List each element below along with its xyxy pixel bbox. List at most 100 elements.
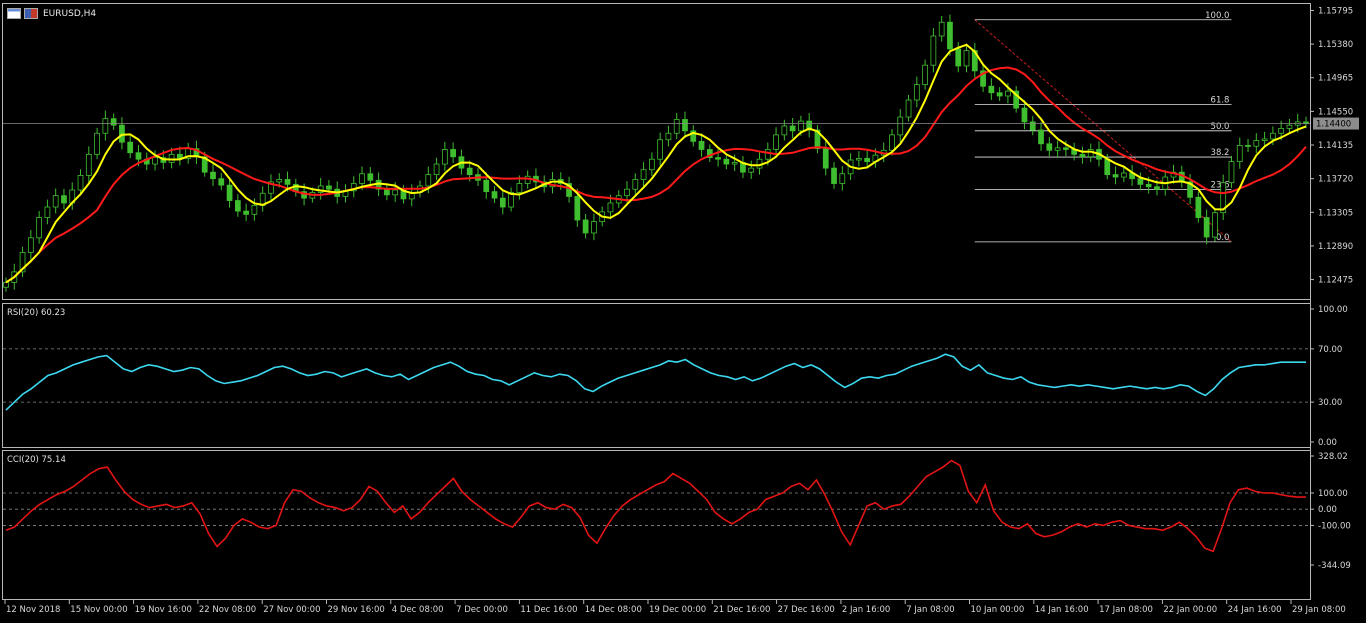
fibonacci-level-label: 23.6 <box>1211 180 1230 190</box>
candle-body <box>1228 161 1235 184</box>
candle-body <box>276 179 283 183</box>
candle-body <box>1195 196 1202 218</box>
candle-body <box>251 205 258 215</box>
rsi-levels: 100.00 70.00 30.00 0.00 <box>3 305 1348 448</box>
time-label: 10 Jan 00:00 <box>971 605 1025 615</box>
price-candles <box>3 14 1309 292</box>
chart-window-icon[interactable] <box>7 8 21 19</box>
candle-body <box>1261 138 1268 141</box>
candle-body <box>640 169 647 180</box>
symbol-label: EURUSD,H4 <box>43 8 97 19</box>
cci-title: CCI(20) 75.14 <box>7 455 66 465</box>
candle-body <box>1286 124 1293 129</box>
candle-body <box>947 21 953 50</box>
candle-body <box>61 195 67 204</box>
fibonacci-level-label: 61.8 <box>1211 96 1230 106</box>
candle-body <box>326 185 332 190</box>
candle-body <box>168 153 175 163</box>
time-label: 29 Nov 16:00 <box>328 605 385 615</box>
candle-body <box>85 153 92 176</box>
candle-body <box>1112 174 1119 178</box>
price-tick-label: 1.14965 <box>1318 74 1353 84</box>
candle-body <box>234 200 241 212</box>
candle-body <box>1137 178 1144 185</box>
candle-body <box>384 188 390 196</box>
candle-body <box>855 157 862 161</box>
time-axis: 12 Nov 2018 15 Nov 00:00 19 Nov 16:00 22 No… <box>4 600 1346 615</box>
candle-body <box>466 167 473 176</box>
time-label: 21 Dec 16:00 <box>713 605 770 615</box>
chart-canvas: 1.15795 1.15380 1.14965 1.14550 1.14135 1.137… <box>2 3 1359 615</box>
indicator-tick-label: 0.00 <box>1318 505 1337 515</box>
price-tick-label: 1.15795 <box>1318 6 1353 16</box>
rsi-title: RSI(20) 60.23 <box>7 308 66 318</box>
candle-body <box>1087 149 1094 158</box>
flag-icon[interactable] <box>24 8 38 19</box>
candle-body <box>52 195 59 208</box>
candle-body <box>1212 212 1218 238</box>
candle-body <box>748 167 755 173</box>
indicator-tick-label: 0.00 <box>1318 438 1337 448</box>
candle-body <box>1104 158 1111 176</box>
candle-body <box>226 184 233 201</box>
candle-body <box>648 158 655 171</box>
candle-body <box>441 149 448 165</box>
indicator-tick-label: 70.00 <box>1318 345 1342 355</box>
candle-body <box>839 173 846 184</box>
price-tick-label: 1.14550 <box>1318 107 1353 117</box>
candle-body <box>1021 107 1028 123</box>
time-label: 14 Jan 16:00 <box>1035 605 1089 615</box>
rsi-panel-frame <box>2 303 1311 448</box>
candle-body <box>715 157 721 160</box>
candle-body <box>665 132 672 141</box>
candle-body <box>1079 153 1086 158</box>
candle-body <box>1203 217 1210 238</box>
candle-body <box>930 35 937 66</box>
time-label: 29 Jan 08:00 <box>1292 605 1346 615</box>
price-tick-label: 1.14135 <box>1318 141 1353 151</box>
time-label: 24 Jan 16:00 <box>1228 605 1282 615</box>
candle-body <box>3 282 9 288</box>
candle-body <box>433 163 440 176</box>
candle-body <box>897 116 904 136</box>
time-label: 2 Jan 16:00 <box>842 605 890 615</box>
indicator-tick-label: 100.00 <box>1318 305 1348 315</box>
candle-body <box>1063 147 1069 150</box>
candle-body <box>1046 143 1053 151</box>
candle-body <box>425 174 432 187</box>
time-label: 12 Nov 2018 <box>6 605 60 615</box>
candle-body <box>94 132 100 155</box>
candle-body <box>1270 132 1276 140</box>
candle-body <box>963 50 970 67</box>
candle-body <box>955 48 962 67</box>
candle-body <box>44 206 51 218</box>
price-tick-label: 1.13720 <box>1318 175 1353 185</box>
candle-body <box>913 84 920 101</box>
time-label: 7 Dec 00:00 <box>456 605 508 615</box>
candle-body <box>922 64 928 86</box>
candle-body <box>938 21 945 37</box>
fibonacci-level-label: 38.2 <box>1211 148 1230 158</box>
moving-average-slow <box>5 66 1307 284</box>
candle-body <box>996 92 1003 97</box>
candle-body <box>773 134 779 150</box>
candle-body <box>764 149 771 160</box>
candle-body <box>1245 145 1251 147</box>
time-label: 27 Nov 00:00 <box>263 605 320 615</box>
candle-body <box>483 179 490 193</box>
candle-body <box>524 175 531 184</box>
fibonacci-level-label: 100.0 <box>1205 11 1229 21</box>
cci-panel-frame <box>2 450 1311 600</box>
candle-body <box>905 99 912 118</box>
time-label: 7 Jan 08:00 <box>906 605 954 615</box>
candle-body <box>582 219 589 234</box>
candle-body <box>1278 127 1285 134</box>
candle-body <box>36 217 42 239</box>
fibonacci-level-label: 0.0 <box>1216 233 1230 243</box>
candle-body <box>135 152 142 160</box>
candle-body <box>77 175 84 191</box>
candle-body <box>657 139 664 160</box>
candle-body <box>516 183 523 193</box>
indicator-tick-label: 30.00 <box>1318 398 1342 408</box>
candle-body <box>152 157 158 165</box>
